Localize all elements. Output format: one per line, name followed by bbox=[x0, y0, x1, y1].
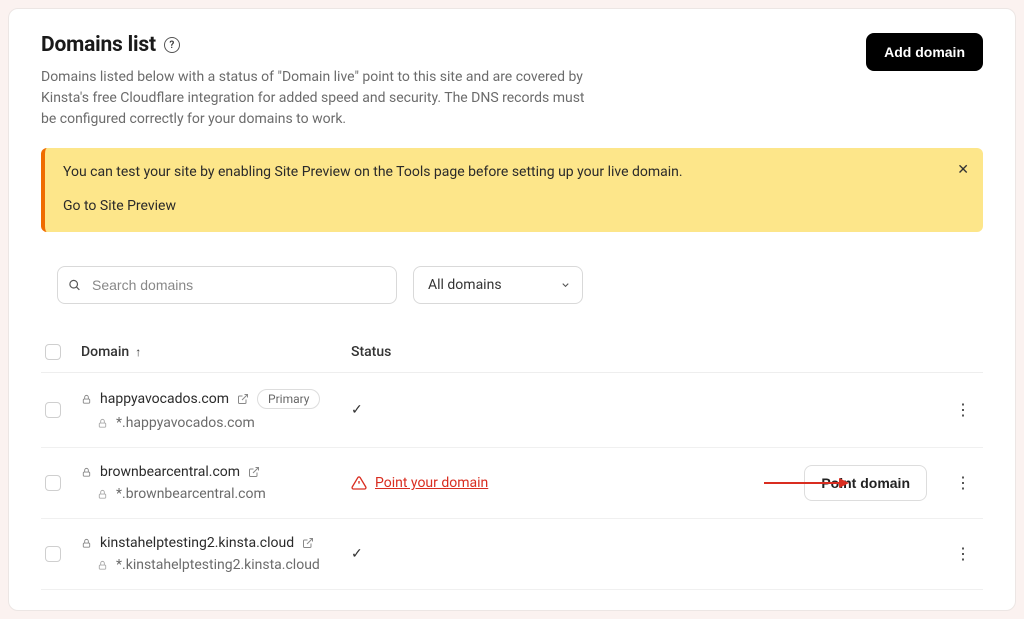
table-row: kinstahelptesting2.kinsta.cloud *.kinsta… bbox=[41, 519, 983, 590]
row-checkbox[interactable] bbox=[45, 475, 61, 491]
wildcard-domain: *.brownbearcentral.com bbox=[116, 486, 266, 502]
row-checkbox[interactable] bbox=[45, 546, 61, 562]
point-domain-link[interactable]: Point your domain bbox=[375, 475, 488, 491]
banner-link[interactable]: Go to Site Preview bbox=[63, 198, 965, 214]
column-header-domain[interactable]: Domain bbox=[81, 344, 129, 360]
filter-dropdown[interactable]: All domains bbox=[413, 266, 583, 304]
row-menu-button[interactable]: ⋮ bbox=[947, 542, 979, 566]
domain-name: happyavocados.com bbox=[100, 391, 229, 407]
select-all-checkbox[interactable] bbox=[45, 344, 61, 360]
search-icon bbox=[68, 279, 81, 292]
info-banner: You can test your site by enabling Site … bbox=[41, 148, 983, 232]
sort-arrow-icon[interactable]: ↑ bbox=[135, 345, 141, 359]
primary-badge: Primary bbox=[257, 389, 320, 409]
external-link-icon[interactable] bbox=[237, 393, 249, 405]
external-link-icon[interactable] bbox=[248, 466, 260, 478]
lock-icon bbox=[81, 394, 92, 405]
add-domain-button[interactable]: Add domain bbox=[866, 33, 983, 71]
table-row: happyavocados.com Primary *.happyavocado… bbox=[41, 373, 983, 448]
point-domain-button[interactable]: Point domain bbox=[804, 465, 927, 501]
banner-message: You can test your site by enabling Site … bbox=[63, 164, 965, 180]
lock-icon bbox=[97, 560, 108, 571]
wildcard-domain: *.happyavocados.com bbox=[116, 415, 255, 431]
status-ok-icon: ✓ bbox=[351, 546, 363, 562]
row-checkbox[interactable] bbox=[45, 402, 61, 418]
help-icon[interactable]: ? bbox=[164, 37, 180, 53]
row-menu-button[interactable]: ⋮ bbox=[947, 471, 979, 495]
column-header-status[interactable]: Status bbox=[351, 344, 391, 360]
lock-icon bbox=[97, 489, 108, 500]
row-menu-button[interactable]: ⋮ bbox=[947, 398, 979, 422]
page-title: Domains list bbox=[41, 33, 156, 57]
domain-name: brownbearcentral.com bbox=[100, 464, 240, 480]
lock-icon bbox=[97, 418, 108, 429]
status-warning-icon bbox=[351, 475, 367, 491]
wildcard-domain: *.kinstahelptesting2.kinsta.cloud bbox=[116, 557, 320, 573]
domains-table: Domain ↑ Status happyavocados.com Primar bbox=[41, 344, 983, 590]
page-subtitle: Domains listed below with a status of "D… bbox=[41, 67, 601, 130]
close-icon[interactable]: ✕ bbox=[957, 162, 969, 178]
external-link-icon[interactable] bbox=[302, 537, 314, 549]
domain-name: kinstahelptesting2.kinsta.cloud bbox=[100, 535, 294, 551]
status-ok-icon: ✓ bbox=[351, 402, 363, 418]
table-row: brownbearcentral.com *.brownbearcentral.… bbox=[41, 448, 983, 519]
lock-icon bbox=[81, 467, 92, 478]
lock-icon bbox=[81, 538, 92, 549]
search-input[interactable] bbox=[57, 266, 397, 304]
